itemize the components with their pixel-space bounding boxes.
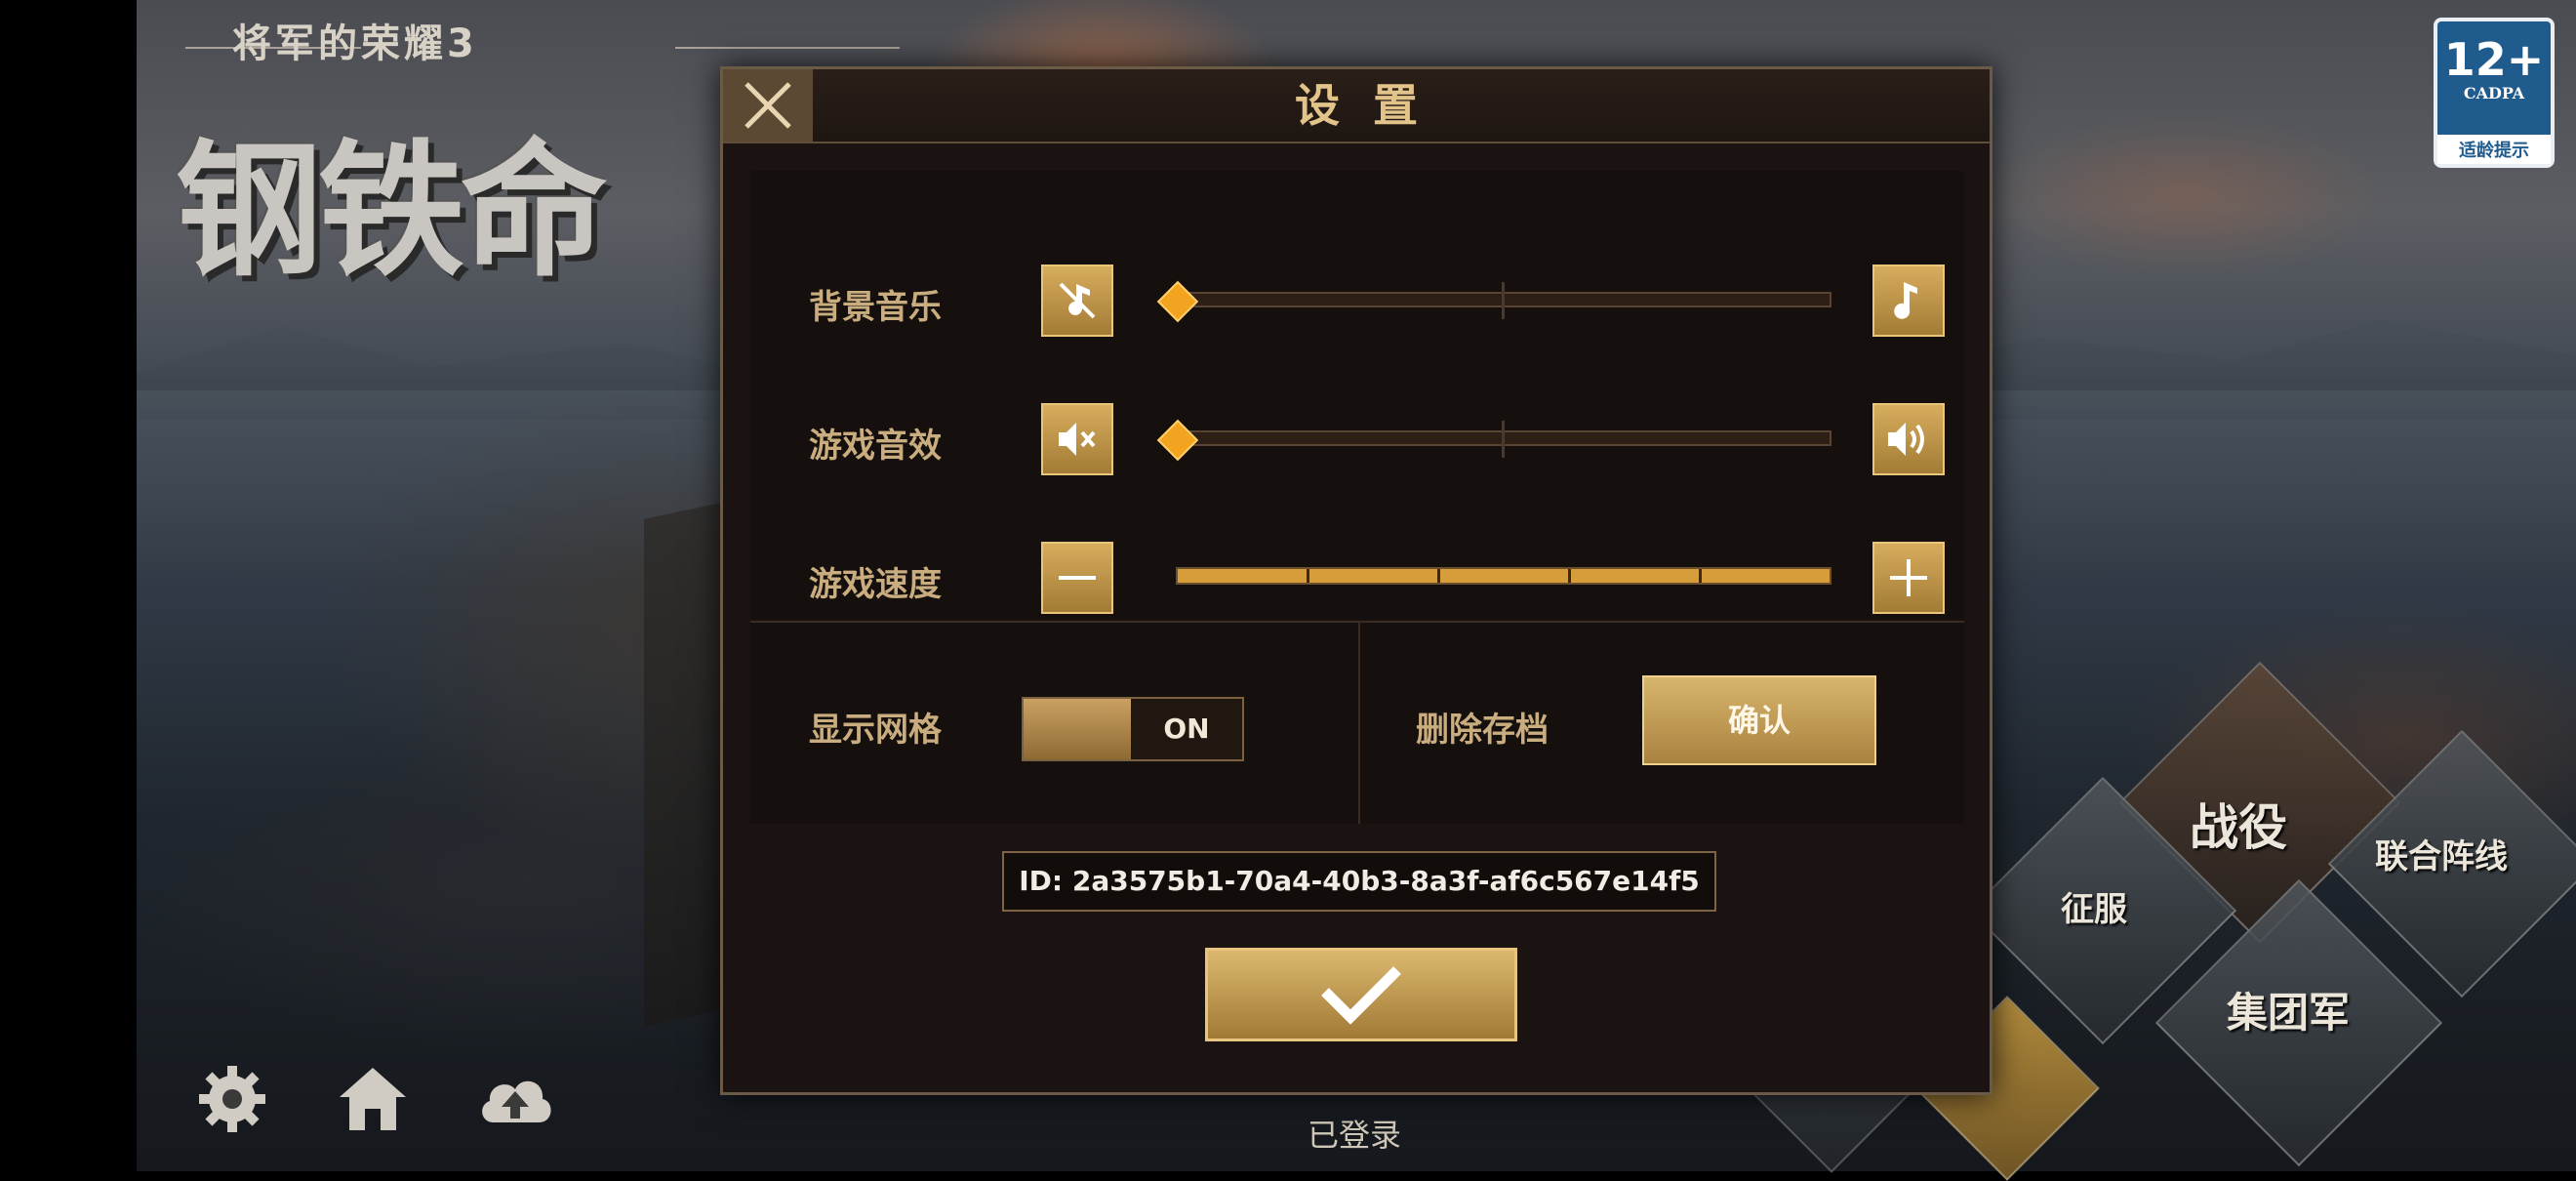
speed-tick <box>1437 569 1440 583</box>
login-status: 已登录 <box>1308 1117 1402 1154</box>
speed-tick <box>1307 569 1309 583</box>
subtitle-line-right <box>675 47 900 49</box>
grid-toggle[interactable]: ON <box>1022 697 1244 761</box>
music-off-icon <box>1059 282 1096 319</box>
settings-dialog: 设置 背景音乐 游戏音效 游戏速度 显示网格 ON 删除存档 确认 ID: 2a… <box>720 66 1992 1095</box>
sfx-max-button[interactable] <box>1872 403 1945 475</box>
speaker-mute-icon <box>1059 423 1096 456</box>
speed-label: 游戏速度 <box>809 565 942 604</box>
player-id: ID: 2a3575b1-70a4-40b3-8a3f-af6c567e14f5 <box>1002 851 1716 912</box>
dialog-title: 设置 <box>1295 79 1451 132</box>
close-button[interactable] <box>723 69 813 142</box>
bgm-slider-midmark <box>1502 282 1505 319</box>
grid-toggle-state: ON <box>1163 713 1210 745</box>
speed-tick <box>1699 569 1702 583</box>
delete-save-label: 删除存档 <box>1416 711 1549 750</box>
delete-save-confirm-button[interactable]: 确认 <box>1642 675 1876 765</box>
age-rating-org: CADPA <box>2463 84 2525 102</box>
sfx-slider-midmark <box>1502 421 1505 458</box>
speed-increase-button[interactable] <box>1872 542 1945 614</box>
home-icon[interactable] <box>336 1062 410 1136</box>
left-black-bar <box>0 0 137 1171</box>
options-divider <box>1358 623 1360 824</box>
menu-label-conquest: 征服 <box>2061 890 2127 929</box>
audio-speed-panel: 背景音乐 游戏音效 游戏速度 <box>750 171 1964 620</box>
cloud-upload-icon[interactable] <box>474 1062 556 1136</box>
speed-slider-track[interactable] <box>1176 567 1831 585</box>
menu-label-campaign: 战役 <box>2190 799 2287 856</box>
age-rating-tip: 适龄提示 <box>2437 135 2551 164</box>
sfx-label: 游戏音效 <box>809 427 942 466</box>
sfx-slider-knob[interactable] <box>1156 419 1199 462</box>
options-panel: 显示网格 ON 删除存档 确认 <box>750 621 1964 824</box>
sfx-mute-button[interactable] <box>1041 403 1113 475</box>
minus-icon <box>1059 576 1096 580</box>
bgm-max-button[interactable] <box>1872 265 1945 337</box>
settings-gear-icon[interactable] <box>195 1062 269 1136</box>
speed-decrease-button[interactable] <box>1041 542 1113 614</box>
plus-icon <box>1890 559 1927 596</box>
ok-button[interactable] <box>1205 948 1517 1041</box>
bgm-label: 背景音乐 <box>809 288 942 327</box>
bgm-slider-knob[interactable] <box>1156 280 1199 323</box>
age-rating-badge: 12+ CADPA 适龄提示 <box>2434 18 2555 168</box>
speaker-loud-icon <box>1888 423 1924 456</box>
bgm-mute-button[interactable] <box>1041 265 1113 337</box>
menu-label-alliance: 联合阵线 <box>2375 837 2508 876</box>
checkmark-icon <box>1321 966 1401 1025</box>
grid-toggle-knob <box>1024 699 1131 759</box>
close-icon <box>745 82 791 129</box>
grid-label: 显示网格 <box>809 711 942 750</box>
game-subtitle: 将军的荣耀3 <box>232 21 478 66</box>
menu-label-army-group: 集团军 <box>2227 989 2351 1037</box>
music-note-icon <box>1894 282 1917 319</box>
speed-tick <box>1568 569 1571 583</box>
game-logo: 钢铁命 <box>176 125 607 297</box>
age-rating-number: 12+ <box>2443 33 2545 86</box>
